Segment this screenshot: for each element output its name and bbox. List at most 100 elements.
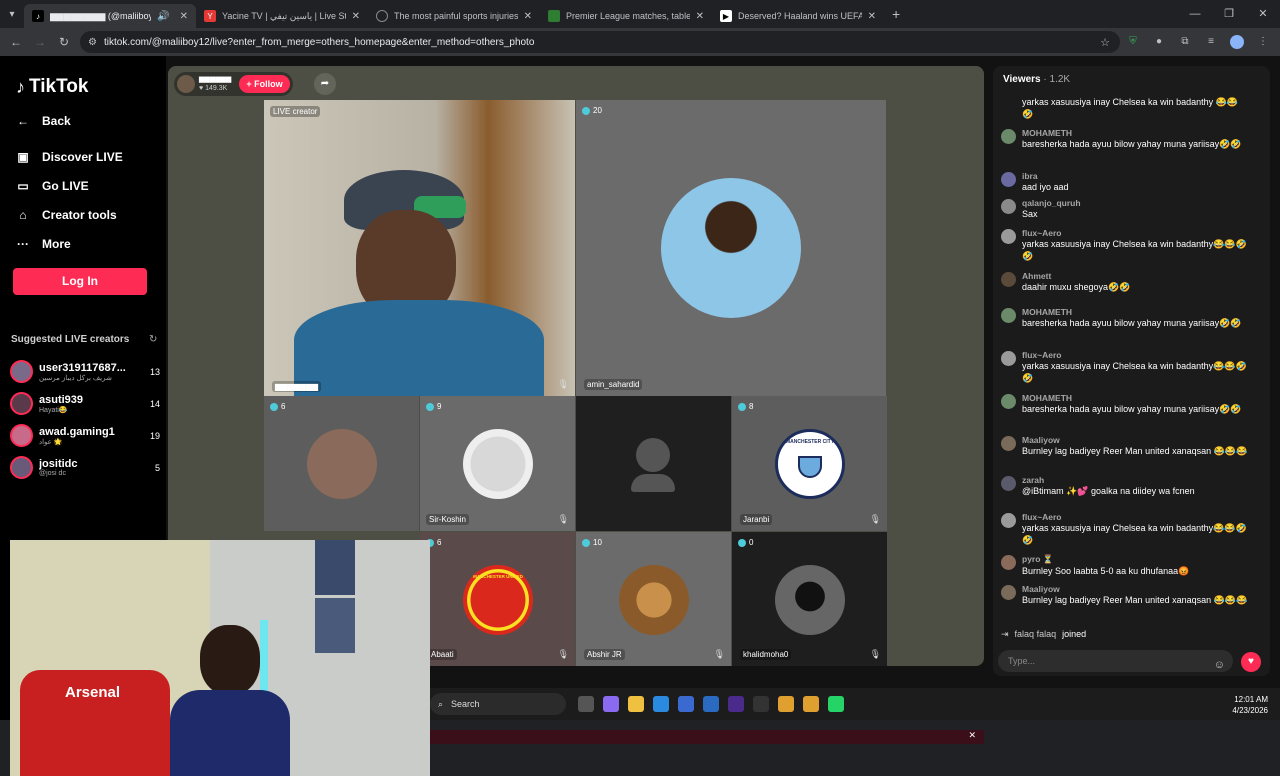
avatar[interactable] bbox=[1001, 351, 1016, 366]
tab-0[interactable]: ♪ ▆▆▆▆▆▆▆▆ (@maliiboy12) 🔊 ✕ bbox=[24, 4, 196, 28]
avatar[interactable] bbox=[1001, 476, 1016, 491]
chat-username[interactable]: flux~Aero bbox=[1022, 350, 1248, 360]
chat-input[interactable]: Type... ☺ bbox=[998, 650, 1233, 672]
avatar[interactable] bbox=[1001, 555, 1016, 570]
host-meta: ▆▆▆▆▆▆ ♥ 149.3K bbox=[199, 75, 231, 93]
obs-icon[interactable] bbox=[728, 696, 744, 712]
url-field[interactable]: ⚙ tiktok.com/@maliiboy12/live?enter_from… bbox=[80, 31, 1120, 53]
tab-4[interactable]: ▶ Deserved? Haaland wins UEFA ✕ bbox=[712, 4, 884, 28]
site-info-icon[interactable]: ⚙ bbox=[88, 37, 97, 48]
creator-item[interactable]: awad.gaming1 عواد 🌟 19 bbox=[10, 424, 160, 447]
forward-arrow-icon[interactable]: → bbox=[28, 35, 52, 49]
close-icon[interactable]: ✕ bbox=[868, 11, 876, 22]
avatar[interactable] bbox=[1001, 513, 1016, 528]
sidebar-item-discover-live[interactable]: ▣ Discover LIVE bbox=[16, 150, 122, 164]
store-icon[interactable] bbox=[678, 696, 694, 712]
close-icon[interactable]: ✕ bbox=[524, 11, 532, 22]
avatar[interactable] bbox=[1001, 272, 1016, 287]
taskview-icon[interactable] bbox=[578, 696, 594, 712]
whatsapp-icon[interactable] bbox=[828, 696, 844, 712]
guest-cell[interactable]: 6 MANCHESTER UNITED Abaati 🎙 bbox=[420, 532, 575, 666]
globe-ext-icon[interactable]: ● bbox=[1152, 35, 1166, 49]
follow-button[interactable]: + Follow bbox=[239, 75, 290, 93]
copilot-icon[interactable] bbox=[603, 696, 619, 712]
outlook-icon[interactable] bbox=[703, 696, 719, 712]
refresh-icon[interactable]: ↻ bbox=[149, 334, 157, 345]
sidebar-item-label: More bbox=[42, 237, 71, 251]
close-icon[interactable]: ✕ bbox=[180, 11, 188, 22]
menu-dots-icon[interactable]: ⋮ bbox=[1256, 35, 1270, 49]
avatar[interactable] bbox=[1001, 308, 1016, 323]
reload-icon[interactable]: ↻ bbox=[52, 35, 76, 49]
chrome-icon[interactable] bbox=[778, 696, 794, 712]
creator-item[interactable]: jositidc @josi dc 5 bbox=[10, 456, 160, 479]
minimize-icon[interactable]: — bbox=[1178, 0, 1212, 28]
taskbar-search[interactable]: ⌕ Search bbox=[430, 693, 566, 715]
tiktok-logo[interactable]: ♪ TikTok bbox=[16, 76, 88, 98]
avatar[interactable] bbox=[1001, 129, 1016, 144]
guest-cell[interactable]: 10 Abshir JR 🎙 bbox=[576, 532, 731, 666]
avatar[interactable] bbox=[1001, 436, 1016, 451]
guest-cell[interactable]: 8 MANCHESTER CITY Jaranbi 🎙 bbox=[732, 396, 887, 531]
chat-username[interactable]: flux~Aero bbox=[1022, 512, 1248, 522]
edge-icon[interactable] bbox=[653, 696, 669, 712]
chat-username[interactable]: Maaliyow bbox=[1022, 435, 1248, 445]
share-icon[interactable]: ➦ bbox=[314, 73, 336, 95]
guest-cell[interactable]: 20 amin_sahardid bbox=[576, 100, 886, 396]
guest-cell[interactable]: 0 khalidmoha0 🎙 bbox=[732, 532, 887, 666]
chat-username[interactable]: MOHAMETH bbox=[1022, 393, 1248, 403]
avatar[interactable] bbox=[1001, 394, 1016, 409]
chat-username[interactable]: qalanjo_quruh bbox=[1022, 198, 1248, 208]
heart-icon[interactable]: ♥ bbox=[1241, 652, 1261, 672]
profile-icon[interactable] bbox=[1230, 35, 1244, 49]
guest-cell[interactable]: 6 bbox=[264, 396, 419, 531]
viewers-header[interactable]: Viewers · 1.2K bbox=[1003, 74, 1070, 85]
folder-icon[interactable] bbox=[628, 696, 644, 712]
clock[interactable]: 12:01 AM 4/23/2026 bbox=[1232, 694, 1268, 716]
shield-icon[interactable]: ⛨ bbox=[1126, 35, 1140, 49]
chat-username[interactable]: MOHAMETH bbox=[1022, 128, 1248, 138]
avatar[interactable] bbox=[1001, 585, 1016, 600]
tab-3[interactable]: Premier League matches, tables ✕ bbox=[540, 4, 712, 28]
media-icon[interactable]: ≡ bbox=[1204, 35, 1218, 49]
joined-user[interactable]: falaq falaq bbox=[1015, 629, 1057, 640]
creator-item[interactable]: asuti939 Hayati😂 14 bbox=[10, 392, 160, 415]
avatar[interactable] bbox=[1001, 172, 1016, 187]
maximize-icon[interactable]: ❐ bbox=[1212, 0, 1246, 28]
chat-username[interactable]: MOHAMETH bbox=[1022, 307, 1248, 317]
new-tab-icon[interactable]: + bbox=[892, 6, 900, 22]
main-creator-video[interactable]: LIVE creator ▆▆▆▆▆▆▆ 🎙 bbox=[264, 100, 575, 396]
tab-2[interactable]: The most painful sports injuries ✕ bbox=[368, 4, 540, 28]
close-icon[interactable]: ✕ bbox=[696, 11, 704, 22]
guest-cell[interactable] bbox=[576, 396, 731, 531]
back-button[interactable]: ← Back bbox=[16, 114, 71, 128]
tab-search-icon[interactable]: ▾ bbox=[0, 9, 24, 20]
tab-1[interactable]: Y Yacine TV | ياسين تيفي | Live Stream ✕ bbox=[196, 4, 368, 28]
close-icon[interactable]: ✕ bbox=[968, 730, 976, 741]
login-button[interactable]: Log In bbox=[13, 268, 147, 295]
avatar[interactable] bbox=[1001, 199, 1016, 214]
host-info[interactable]: ▆▆▆▆▆▆ ♥ 149.3K + Follow bbox=[174, 72, 293, 96]
chat-username[interactable]: pyro ⏳ bbox=[1022, 554, 1248, 565]
emoji-icon[interactable]: ☺ bbox=[1214, 654, 1225, 676]
chrome-icon[interactable] bbox=[803, 696, 819, 712]
chat-username[interactable]: flux~Aero bbox=[1022, 228, 1248, 238]
speaker-icon[interactable]: 🔊 bbox=[157, 11, 169, 22]
chat-username[interactable]: Maaliyow bbox=[1022, 584, 1248, 594]
bookmark-star-icon[interactable]: ☆ bbox=[1100, 36, 1110, 49]
chat-username[interactable]: zarah bbox=[1022, 475, 1248, 485]
chat-username[interactable]: Ahmett bbox=[1022, 271, 1248, 281]
app-icon[interactable] bbox=[753, 696, 769, 712]
puzzle-icon[interactable]: ⧉ bbox=[1178, 35, 1192, 49]
sidebar-item-go-live[interactable]: ▭ Go LIVE bbox=[16, 179, 88, 193]
sidebar-item-creator-tools[interactable]: ⌂ Creator tools bbox=[16, 208, 116, 222]
creator-item[interactable]: user319117687... شريف بركل ديباز مرسين 13 bbox=[10, 360, 160, 383]
close-window-icon[interactable]: ✕ bbox=[1246, 0, 1280, 28]
chat-username[interactable]: ibra bbox=[1022, 171, 1248, 181]
count-text: 0 bbox=[749, 538, 754, 547]
back-arrow-icon[interactable]: ← bbox=[4, 35, 28, 49]
close-icon[interactable]: ✕ bbox=[352, 11, 360, 22]
sidebar-item-more[interactable]: ··· More bbox=[16, 237, 71, 251]
guest-cell[interactable]: 9 Sir-Koshin 🎙 bbox=[420, 396, 575, 531]
avatar[interactable] bbox=[1001, 229, 1016, 244]
